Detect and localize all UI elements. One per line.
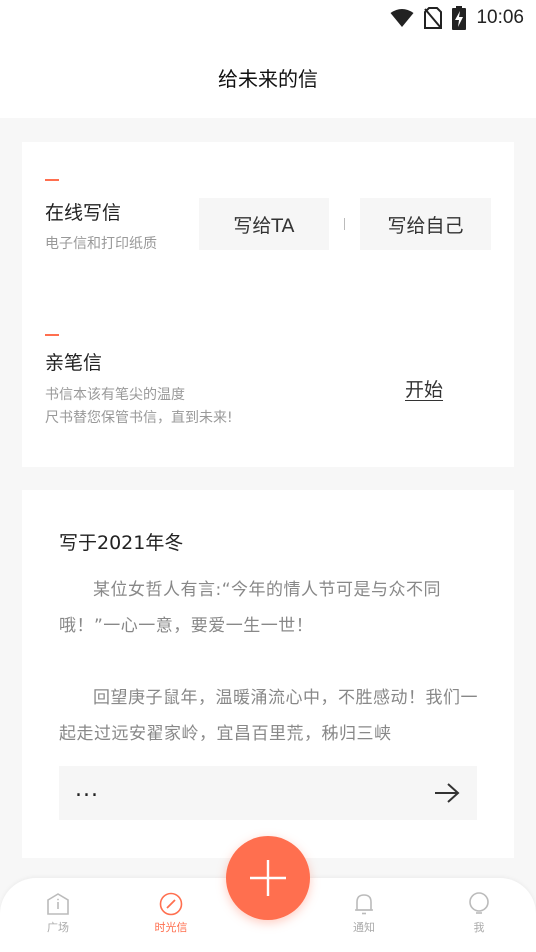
read-more-bar[interactable]: ... — [59, 766, 477, 820]
letter-paragraph: 某位女哲人有言:“今年的情人节可是与众不同哦！”一心一意，要爱一生一世！ — [59, 580, 442, 636]
info-icon — [47, 893, 69, 915]
battery-charging-icon — [452, 6, 467, 30]
arrow-right-icon — [435, 783, 460, 803]
page-header: 给未来的信 — [0, 36, 536, 118]
no-sim-icon — [424, 7, 443, 29]
status-time: 10:06 — [476, 7, 524, 28]
tab-label: 通知 — [353, 921, 375, 934]
status-bar: 10:06 — [0, 0, 536, 36]
tab-notifications[interactable]: 通知 — [334, 892, 394, 935]
section-mark — [45, 334, 59, 336]
user-icon — [469, 892, 489, 914]
section-mark — [45, 179, 59, 181]
tab-label: 时光信 — [154, 921, 188, 934]
start-handwritten-link[interactable]: 开始 — [405, 375, 443, 402]
letter-paragraph: 回望庚子鼠年，温暖涌流心中，不胜感动！我们一起走过远安翟家岭，宜昌百里荒，秭归三… — [59, 688, 478, 744]
letter-preview-card[interactable]: 写于2021年冬 某位女哲人有言:“今年的情人节可是与众不同哦！”一心一意，要爱… — [22, 490, 514, 858]
plus-icon — [250, 860, 286, 896]
online-letter-subtitle: 电子信和打印纸质 — [45, 236, 157, 252]
tab-label: 我 — [473, 921, 485, 934]
write-to-ta-button[interactable]: 写给TA — [199, 198, 329, 250]
online-letter-title: 在线写信 — [45, 202, 122, 224]
wifi-icon — [390, 9, 414, 27]
add-letter-button[interactable] — [226, 836, 310, 920]
handwritten-subtitle-2: 尺书替您保管书信，直到未来! — [45, 410, 233, 426]
handwritten-letter-title: 亲笔信 — [45, 352, 103, 374]
more-dots: ... — [75, 776, 99, 802]
tab-time-letter[interactable]: 时光信 — [141, 892, 201, 935]
tab-square[interactable]: 广场 — [28, 892, 88, 935]
page-title: 给未来的信 — [218, 66, 318, 91]
bell-icon — [355, 894, 373, 915]
letter-title: 写于2021年冬 — [59, 532, 184, 554]
compass-icon — [159, 892, 183, 916]
tab-me[interactable]: 我 — [449, 892, 509, 935]
tab-label: 广场 — [47, 921, 69, 934]
write-options-card: 在线写信 电子信和打印纸质 写给TA 写给自己 亲笔信 书信本该有笔尖的温度 尺… — [22, 142, 514, 467]
letter-body: 某位女哲人有言:“今年的情人节可是与众不同哦！”一心一意，要爱一生一世！ 回望庚… — [59, 572, 479, 752]
write-to-self-button[interactable]: 写给自己 — [360, 198, 491, 250]
button-divider — [344, 218, 345, 230]
handwritten-subtitle-1: 书信本该有笔尖的温度 — [45, 387, 185, 403]
